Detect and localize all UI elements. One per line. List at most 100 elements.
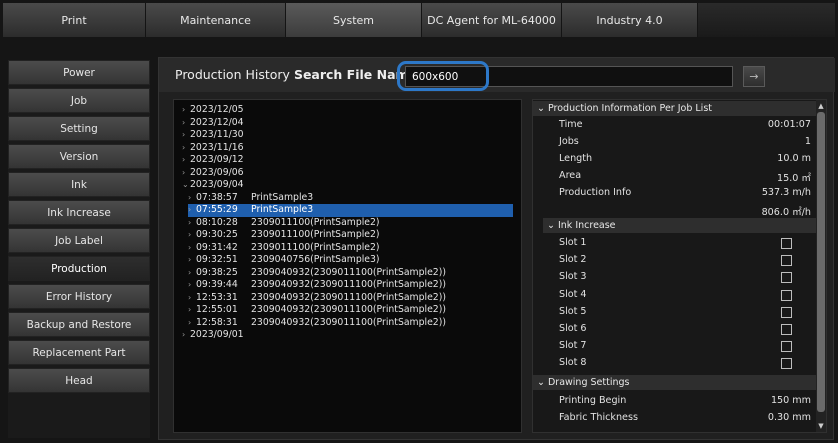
sidebar-item-ink[interactable]: Ink <box>8 172 150 197</box>
info-label: Length <box>559 153 593 164</box>
slot-checkbox[interactable] <box>781 289 792 301</box>
expand-chevron-icon[interactable]: › <box>182 129 190 142</box>
tree-job-row[interactable]: › 09:31:42 2309011100(PrintSample2) <box>188 242 521 255</box>
page-title: Production History <box>175 67 290 82</box>
info-value: 1 <box>804 136 811 147</box>
job-time: 12:58:31 <box>196 316 238 328</box>
section-title: Drawing Settings <box>547 377 630 388</box>
tree-job-row[interactable]: › 09:32:51 2309040756(PrintSample3) <box>188 254 521 267</box>
info-value: 10.0 m <box>777 153 811 164</box>
tab-print[interactable]: Print <box>3 3 146 37</box>
sidebar-item-job-label[interactable]: Job Label <box>8 228 150 253</box>
sidebar-item-job[interactable]: Job <box>8 88 150 113</box>
job-name: 2309040932(2309011100(PrintSample2)) <box>251 291 446 303</box>
tree-job-row[interactable]: › 09:39:44 2309040932(2309011100(PrintSamp… <box>188 279 521 292</box>
bullet-icon: › <box>188 192 192 202</box>
scroll-up-icon[interactable]: ▲ <box>817 101 825 111</box>
sidebar-item-power[interactable]: Power <box>8 60 150 85</box>
tab-maintenance[interactable]: Maintenance <box>146 3 286 37</box>
job-time: 07:55:29 <box>196 204 238 215</box>
search-bar: Production History Search File Name → <box>159 58 835 92</box>
sidebar-item-version[interactable]: Version <box>8 144 150 169</box>
slot-label: Slot 5 <box>559 305 587 317</box>
slot-checkbox[interactable] <box>781 272 792 284</box>
sidebar-item-setting[interactable]: Setting <box>8 116 150 141</box>
slot-checkbox[interactable] <box>781 255 792 267</box>
tree-date-label: 2023/11/16 <box>190 141 244 153</box>
slot-checkbox[interactable] <box>781 238 792 249</box>
tree-date-row[interactable]: ⌄2023/09/04 <box>182 179 521 192</box>
tree-date-row[interactable]: › 2023/09/12 <box>182 154 521 167</box>
job-name: 2309011100(PrintSample2) <box>251 229 380 240</box>
tree-date-row[interactable]: › 2023/11/30 <box>182 129 521 142</box>
bullet-icon: › <box>188 267 192 277</box>
job-name: PrintSample3 <box>251 204 314 215</box>
collapse-icon[interactable]: ⌄ <box>537 377 548 388</box>
slot-checkbox[interactable] <box>781 324 792 335</box>
slot-label: Slot 8 <box>559 357 587 369</box>
slot-label: Slot 7 <box>559 340 587 352</box>
scroll-down-icon[interactable]: ▼ <box>817 421 825 431</box>
slot-label: Slot 6 <box>559 323 587 334</box>
collapse-icon[interactable]: ⌄ <box>537 103 548 114</box>
top-tab-bar: Print Maintenance System DC Agent for ML… <box>3 3 835 37</box>
tree-job-row[interactable]: › 12:55:01 2309040932(2309011100(PrintSamp… <box>188 304 521 317</box>
info-value: 537.3 m/h <box>761 187 811 198</box>
tree-date-label: 2023/09/12 <box>190 154 244 165</box>
production-info-panel: ▲ ▼ ⌄ Production Information Per Job Lis… <box>532 99 827 433</box>
sidebar-item-head[interactable]: Head <box>8 368 150 393</box>
section-title: Production Information Per Job List <box>547 103 712 114</box>
tree-job-row[interactable]: › 09:38:25 2309040932(2309011100(PrintSamp… <box>188 267 521 280</box>
tree-job-row[interactable]: › 08:10:28 2309011100(PrintSample2) <box>188 217 521 230</box>
slot-label: Slot 2 <box>559 254 587 266</box>
info-label: Printing Begin <box>559 395 627 406</box>
bullet-icon: › <box>188 305 192 314</box>
tab-industry-4[interactable]: Industry 4.0 <box>562 3 698 37</box>
tree-job-row[interactable]: › 07:55:29 PrintSample3 <box>188 204 513 217</box>
job-name: 2309011100(PrintSample2) <box>251 241 380 253</box>
section-header-ink-increase[interactable]: ⌄ Ink Increase <box>543 218 816 233</box>
sidebar-item-replacement-part[interactable]: Replacement Part <box>8 340 150 365</box>
section-header-drawing-settings[interactable]: ⌄ Drawing Settings <box>533 375 816 390</box>
tree-job-row[interactable]: › 09:30:25 2309011100(PrintSample2) <box>188 229 521 242</box>
expand-chevron-icon[interactable]: › <box>182 142 190 155</box>
expand-chevron-icon[interactable]: ⌄ <box>182 179 190 192</box>
expand-chevron-icon[interactable]: › <box>182 117 190 130</box>
slot-checkbox[interactable] <box>781 341 792 353</box>
info-label: Time <box>559 119 583 130</box>
slot-checkbox[interactable] <box>781 306 792 318</box>
job-name: PrintSample3 <box>251 191 314 203</box>
search-go-button[interactable]: → <box>743 66 765 87</box>
sidebar-item-production[interactable]: Production <box>8 256 150 281</box>
info-value: 150 mm <box>770 395 811 406</box>
arrow-right-icon: → <box>749 70 759 83</box>
job-name: 2309040756(PrintSample3) <box>251 254 380 265</box>
section-header-production[interactable]: ⌄ Production Information Per Job List <box>533 101 816 116</box>
bullet-icon: › <box>188 317 192 327</box>
sidebar-item-ink-increase[interactable]: Ink Increase <box>8 200 150 225</box>
tree-job-row[interactable]: › 07:38:57 PrintSample3 <box>188 192 521 205</box>
section-title: Ink Increase <box>557 220 616 231</box>
tree-date-row[interactable]: › 2023/09/06 <box>182 167 521 180</box>
history-tree[interactable]: › 2023/12/05 › 2023/12/04 › 2023/11/30 › 2023/1… <box>173 99 522 433</box>
sidebar-item-error-history[interactable]: Error History <box>8 284 150 309</box>
tree-job-row[interactable]: › 12:58:31 2309040932(2309011100(PrintSamp… <box>188 317 521 330</box>
expand-chevron-icon[interactable]: › <box>182 154 190 167</box>
tab-dc-agent[interactable]: DC Agent for ML-64000 <box>422 3 562 37</box>
expand-chevron-icon[interactable]: › <box>182 167 190 180</box>
expand-chevron-icon[interactable]: › <box>182 104 190 117</box>
search-title: Production History Search File Name <box>175 67 417 82</box>
collapse-icon[interactable]: ⌄ <box>547 220 558 231</box>
tree-date-row[interactable]: › 2023/09/01 <box>182 329 521 342</box>
tree-date-row[interactable]: › 2023/11/16 <box>182 142 521 155</box>
tab-system[interactable]: System <box>286 3 422 37</box>
tree-job-row[interactable]: › 12:53:31 2309040932(2309011100(PrintSamp… <box>188 292 521 305</box>
expand-chevron-icon[interactable]: › <box>182 329 190 342</box>
info-scrollbar[interactable]: ▲ ▼ <box>816 100 826 432</box>
tree-date-row[interactable]: › 2023/12/04 <box>182 117 521 130</box>
sidebar-item-backup-restore[interactable]: Backup and Restore <box>8 312 150 337</box>
tree-date-row[interactable]: › 2023/12/05 <box>182 104 521 117</box>
scroll-thumb[interactable] <box>817 112 825 412</box>
bullet-icon: › <box>188 280 192 289</box>
slot-checkbox[interactable] <box>781 358 792 370</box>
